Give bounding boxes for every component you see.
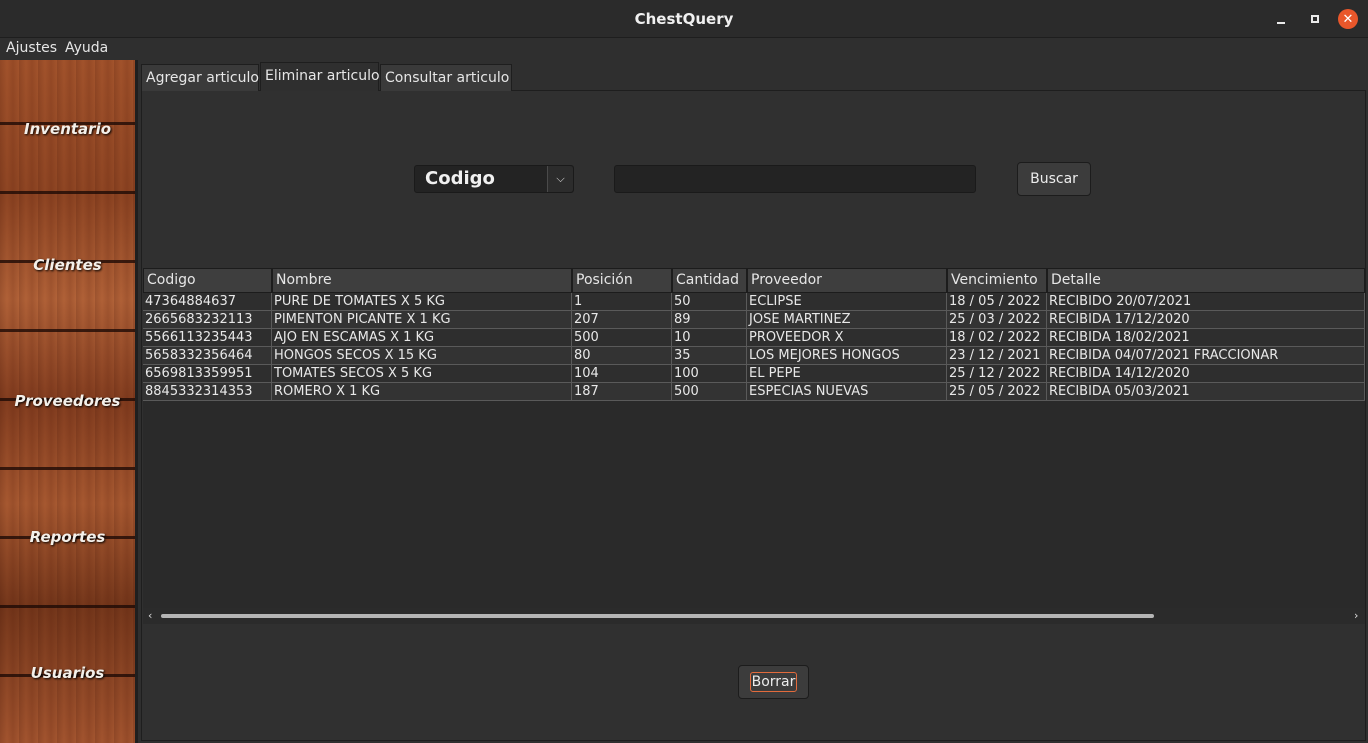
table-row[interactable]: 8845332314353 ROMERO X 1 KG 187 500 ESPE… <box>143 383 1365 401</box>
cell-proveedor: JOSE MARTINEZ <box>747 311 947 329</box>
horizontal-scrollbar[interactable]: ‹ › <box>143 608 1365 624</box>
sidebar-item-proveedores[interactable]: Proveedores <box>0 392 135 410</box>
search-field-value: Codigo <box>425 168 495 189</box>
cell-posicion: 80 <box>572 347 672 365</box>
search-button[interactable]: Buscar <box>1017 162 1091 196</box>
delete-button-label: Borrar <box>749 672 798 692</box>
title-bar: ChestQuery ✕ <box>0 0 1368 38</box>
column-header-detalle[interactable]: Detalle <box>1047 268 1365 293</box>
articles-table: Codigo Nombre Posición Cantidad Proveedo… <box>143 268 1365 608</box>
minimize-icon[interactable] <box>1271 9 1291 29</box>
scroll-left-icon[interactable]: ‹ <box>148 609 152 622</box>
cell-proveedor: LOS MEJORES HONGOS <box>747 347 947 365</box>
close-icon[interactable]: ✕ <box>1338 9 1358 29</box>
cell-proveedor: PROVEEDOR X <box>747 329 947 347</box>
cell-cantidad: 500 <box>672 383 747 401</box>
tab-agregar-articulo[interactable]: Agregar articulo <box>141 64 259 91</box>
cell-nombre: HONGOS SECOS X 15 KG <box>272 347 572 365</box>
cell-nombre: TOMATES SECOS X 5 KG <box>272 365 572 383</box>
cell-posicion: 187 <box>572 383 672 401</box>
delete-button[interactable]: Borrar <box>738 665 809 699</box>
search-field-select[interactable]: Codigo ⌵ <box>414 165 574 193</box>
sidebar: Inventario Clientes Proveedores Reportes… <box>0 60 138 743</box>
cell-proveedor: ECLIPSE <box>747 293 947 311</box>
cell-vencimiento: 23 / 12 / 2021 <box>947 347 1047 365</box>
cell-vencimiento: 18 / 02 / 2022 <box>947 329 1047 347</box>
chevron-down-icon[interactable]: ⌵ <box>547 166 573 192</box>
menu-bar: Ajustes Ayuda <box>0 38 1368 60</box>
cell-codigo: 6569813359951 <box>143 365 272 383</box>
menu-ayuda[interactable]: Ayuda <box>65 40 108 56</box>
sidebar-item-reportes[interactable]: Reportes <box>0 528 135 546</box>
cell-vencimiento: 18 / 05 / 2022 <box>947 293 1047 311</box>
cell-posicion: 1 <box>572 293 672 311</box>
maximize-icon[interactable] <box>1305 9 1325 29</box>
cell-detalle: RECIBIDA 04/07/2021 FRACCIONAR <box>1047 347 1365 365</box>
table-row[interactable]: 6569813359951 TOMATES SECOS X 5 KG 104 1… <box>143 365 1365 383</box>
sidebar-item-usuarios[interactable]: Usuarios <box>0 664 135 682</box>
cell-nombre: PIMENTON PICANTE X 1 KG <box>272 311 572 329</box>
table-header: Codigo Nombre Posición Cantidad Proveedo… <box>143 268 1365 293</box>
column-header-posicion[interactable]: Posición <box>572 268 672 293</box>
menu-ajustes[interactable]: Ajustes <box>6 40 57 56</box>
cell-cantidad: 89 <box>672 311 747 329</box>
cell-posicion: 104 <box>572 365 672 383</box>
cell-nombre: PURE DE TOMATES X 5 KG <box>272 293 572 311</box>
table-row[interactable]: 5566113235443 AJO EN ESCAMAS X 1 KG 500 … <box>143 329 1365 347</box>
table-row[interactable]: 2665683232113 PIMENTON PICANTE X 1 KG 20… <box>143 311 1365 329</box>
column-header-codigo[interactable]: Codigo <box>143 268 272 293</box>
cell-codigo: 5658332356464 <box>143 347 272 365</box>
tab-consultar-articulo[interactable]: Consultar articulo <box>380 64 512 91</box>
cell-detalle: RECIBIDA 17/12/2020 <box>1047 311 1365 329</box>
cell-cantidad: 35 <box>672 347 747 365</box>
cell-nombre: ROMERO X 1 KG <box>272 383 572 401</box>
column-header-vencimiento[interactable]: Vencimiento <box>947 268 1047 293</box>
cell-cantidad: 10 <box>672 329 747 347</box>
table-row[interactable]: 5658332356464 HONGOS SECOS X 15 KG 80 35… <box>143 347 1365 365</box>
cell-detalle: RECIBIDO 20/07/2021 <box>1047 293 1365 311</box>
cell-codigo: 2665683232113 <box>143 311 272 329</box>
cell-proveedor: EL PEPE <box>747 365 947 383</box>
cell-codigo: 8845332314353 <box>143 383 272 401</box>
sidebar-item-clientes[interactable]: Clientes <box>0 256 135 274</box>
cell-codigo: 5566113235443 <box>143 329 272 347</box>
column-header-cantidad[interactable]: Cantidad <box>672 268 747 293</box>
cell-proveedor: ESPECIAS NUEVAS <box>747 383 947 401</box>
column-header-nombre[interactable]: Nombre <box>272 268 572 293</box>
table-body: 47364884637 PURE DE TOMATES X 5 KG 1 50 … <box>143 293 1365 401</box>
cell-cantidad: 100 <box>672 365 747 383</box>
cell-codigo: 47364884637 <box>143 293 272 311</box>
cell-vencimiento: 25 / 05 / 2022 <box>947 383 1047 401</box>
cell-cantidad: 50 <box>672 293 747 311</box>
cell-posicion: 500 <box>572 329 672 347</box>
cell-nombre: AJO EN ESCAMAS X 1 KG <box>272 329 572 347</box>
scroll-right-icon[interactable]: › <box>1354 609 1358 622</box>
cell-detalle: RECIBIDA 14/12/2020 <box>1047 365 1365 383</box>
tab-eliminar-articulo[interactable]: Eliminar articulo <box>260 62 380 91</box>
search-input[interactable] <box>614 165 976 193</box>
table-row[interactable]: 47364884637 PURE DE TOMATES X 5 KG 1 50 … <box>143 293 1365 311</box>
cell-detalle: RECIBIDA 18/02/2021 <box>1047 329 1365 347</box>
cell-posicion: 207 <box>572 311 672 329</box>
sidebar-item-inventario[interactable]: Inventario <box>0 120 135 138</box>
cell-vencimiento: 25 / 03 / 2022 <box>947 311 1047 329</box>
scrollbar-thumb[interactable] <box>161 614 1154 618</box>
column-header-proveedor[interactable]: Proveedor <box>747 268 947 293</box>
cell-detalle: RECIBIDA 05/03/2021 <box>1047 383 1365 401</box>
window-title: ChestQuery <box>634 10 734 28</box>
cell-vencimiento: 25 / 12 / 2022 <box>947 365 1047 383</box>
